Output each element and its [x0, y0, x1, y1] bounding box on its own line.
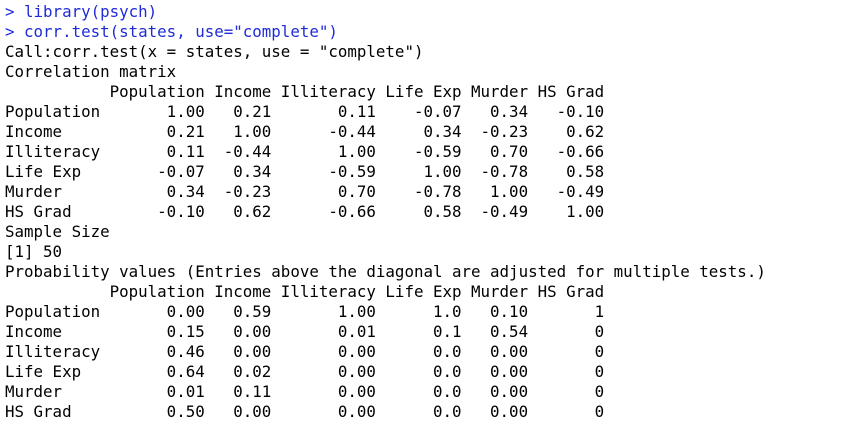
probability-values-heading: Probability values (Entries above the di… [5, 262, 766, 281]
correlation-matrix-heading: Correlation matrix [5, 62, 177, 81]
correlation-row-hs-grad: HS Grad -0.10 0.62 -0.66 0.58 -0.49 1.00 [5, 202, 605, 221]
probability-matrix-header-row: Population Income Illiteracy Life Exp Mu… [5, 282, 605, 301]
correlation-matrix-header-row: Population Income Illiteracy Life Exp Mu… [5, 82, 605, 101]
r-console-output[interactable]: > library(psych) > corr.test(states, use… [0, 0, 854, 431]
correlation-row-income: Income 0.21 1.00 -0.44 0.34 -0.23 0.62 [5, 122, 605, 141]
correlation-row-murder: Murder 0.34 -0.23 0.70 -0.78 1.00 -0.49 [5, 182, 605, 201]
command-line-corr-test: > corr.test(states, use="complete") [5, 22, 338, 41]
probability-row-income: Income 0.15 0.00 0.01 0.1 0.54 0 [5, 322, 605, 341]
probability-row-hs-grad: HS Grad 0.50 0.00 0.00 0.0 0.00 0 [5, 402, 605, 421]
correlation-row-illiteracy: Illiteracy 0.11 -0.44 1.00 -0.59 0.70 -0… [5, 142, 605, 161]
call-line: Call:corr.test(x = states, use = "comple… [5, 42, 424, 61]
command-line-library-psych: > library(psych) [5, 2, 158, 21]
probability-row-illiteracy: Illiteracy 0.46 0.00 0.00 0.0 0.00 0 [5, 342, 605, 361]
sample-size-heading: Sample Size [5, 222, 110, 241]
probability-row-life-exp: Life Exp 0.64 0.02 0.00 0.0 0.00 0 [5, 362, 605, 381]
correlation-row-population: Population 1.00 0.21 0.11 -0.07 0.34 -0.… [5, 102, 605, 121]
probability-row-population: Population 0.00 0.59 1.00 1.0 0.10 1 [5, 302, 605, 321]
probability-row-murder: Murder 0.01 0.11 0.00 0.0 0.00 0 [5, 382, 605, 401]
correlation-row-life-exp: Life Exp -0.07 0.34 -0.59 1.00 -0.78 0.5… [5, 162, 605, 181]
sample-size-value: [1] 50 [5, 242, 63, 261]
